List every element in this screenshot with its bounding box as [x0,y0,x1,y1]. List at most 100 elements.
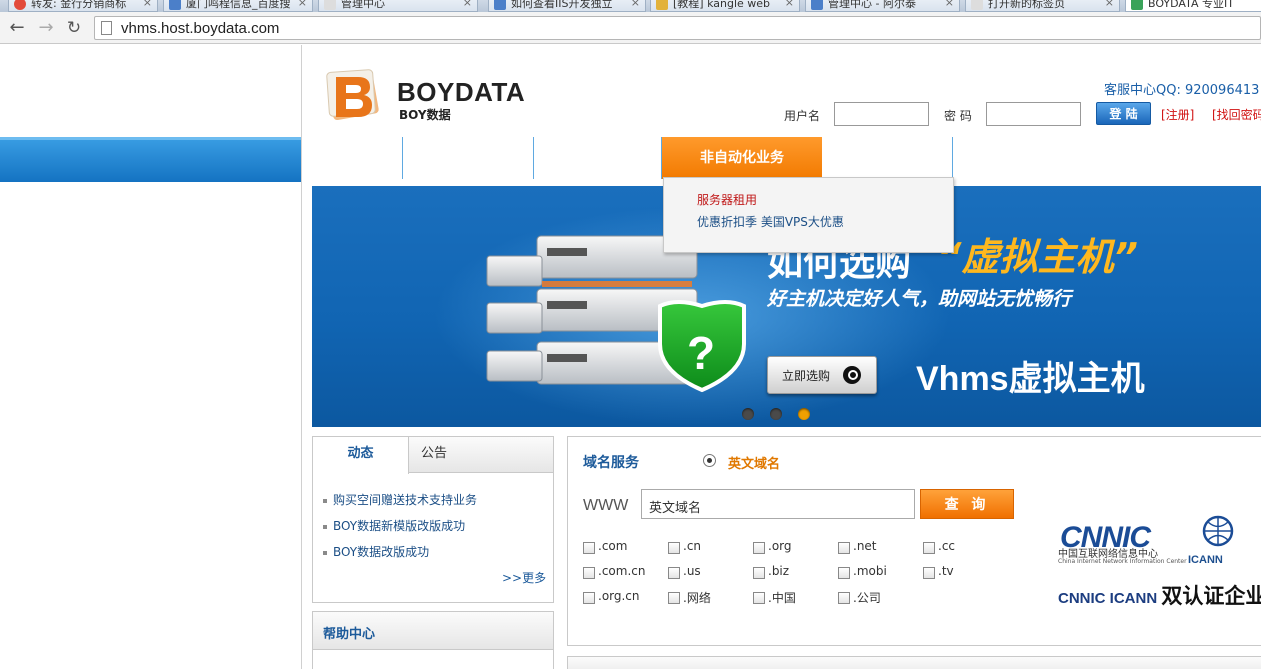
dropdown-item-vps-promo[interactable]: 优惠折扣季 美国VPS大优惠 [697,213,844,230]
suffix-label[interactable]: .net [853,539,877,553]
back-icon[interactable]: ← [6,17,28,39]
tab-title: 厦门鸣程信息_百度搜 [186,0,291,10]
forward-icon[interactable]: → [35,17,57,39]
close-icon[interactable]: × [945,0,954,9]
suffix-label[interactable]: .biz [768,564,789,578]
buy-now-label: 立即选购 [782,369,831,383]
domain-search-button[interactable]: 查 询 [920,489,1014,519]
recover-password-link[interactable]: [找回密码 [1212,106,1261,123]
suffix-label[interactable]: .公司 [853,589,881,606]
suffix-checkbox[interactable] [838,567,850,579]
page-icon [101,21,112,35]
news-item[interactable]: 购买空间赠送技术支持业务 [323,491,477,508]
username-label: 用户名 [784,109,821,123]
close-icon[interactable]: × [298,0,307,9]
url-text: vhms.host.boydata.com [121,20,280,37]
suffix-label[interactable]: .com.cn [598,564,645,578]
browser-tab[interactable]: [教程] kangle web × [650,0,800,12]
suffix-checkbox[interactable] [838,542,850,554]
suffix-checkbox[interactable] [668,567,680,579]
browser-tab[interactable]: 管理中心 × [318,0,478,12]
dropdown-item-server-rental[interactable]: 服务器租用 [697,191,757,208]
tab-favicon-icon [169,0,181,10]
tab-title: 管理中心 - 阿尔泰 [828,0,916,10]
english-domain-radio-label[interactable]: 英文域名 [728,453,780,472]
suffix-label[interactable]: .cc [938,539,955,553]
news-item-text: 购买空间赠送技术支持业务 [333,493,478,507]
news-item[interactable]: BOY数据改版成功 [323,543,429,560]
username-input[interactable] [834,102,929,126]
tab-favicon-icon [494,0,506,10]
password-input[interactable] [986,102,1081,126]
nav-item-hosting[interactable]: 虚拟主机 [534,137,662,179]
news-item-text: BOY数据新模版改版成功 [333,519,466,533]
browser-tab[interactable]: 管理中心 - 阿尔泰 × [805,0,960,12]
browser-tab[interactable]: 如何查看IIS开发独立 × [488,0,646,12]
close-icon[interactable]: × [785,0,794,9]
boydata-logo-icon [326,69,379,121]
login-button[interactable]: 登 陆 [1096,102,1151,125]
banner-subline: 好主机决定好人气，助网站无忧畅行 [767,288,1072,310]
suffix-checkbox[interactable] [923,567,935,579]
suffix-label[interactable]: .tv [938,564,954,578]
suffix-checkbox[interactable] [668,542,680,554]
suffix-label[interactable]: .org.cn [598,589,640,603]
suffix-checkbox[interactable] [583,592,595,604]
domain-search-input[interactable]: 英文域名 [641,489,915,519]
close-icon[interactable]: × [463,0,472,9]
close-icon[interactable]: × [143,0,152,9]
tab-news[interactable]: 动态 [313,437,409,474]
suffix-checkbox[interactable] [668,592,680,604]
nav-item-domain[interactable]: 域名注册 [403,137,534,179]
slide-dot[interactable] [770,408,782,420]
browser-tab-active[interactable]: BOYDATA 专业IT [1125,0,1261,12]
browser-tab[interactable]: 转发: 金行分销商标 × [8,0,158,12]
nav-dropdown-menu: 服务器租用 优惠折扣季 美国VPS大优惠 [663,177,954,253]
tab-title: [教程] kangle web [673,0,771,10]
banner-product-title: Vhms虚拟主机 [916,360,1145,398]
suffix-label[interactable]: .cn [683,539,701,553]
register-link[interactable]: [注册] [1161,106,1194,123]
nav-item-manual-services[interactable]: 非自动化业务 [662,137,822,179]
suffix-label[interactable]: .网络 [683,589,711,606]
suffix-label[interactable]: .org [768,539,792,553]
buy-now-button[interactable]: 立即选购 [767,356,877,394]
brand-name: BOYDATA [397,77,526,107]
browser-tab[interactable]: 打开新的标签页 × [965,0,1120,12]
nav-item-help[interactable]: 帮助中心 [953,137,1081,179]
english-domain-radio[interactable] [703,454,716,467]
address-bar[interactable]: vhms.host.boydata.com [94,16,1261,40]
tab-notices[interactable]: 公告 [409,437,459,473]
help-panel-title[interactable]: 帮助中心 [323,623,375,642]
nav-item-member[interactable]: 会员中心 [822,137,953,179]
suffix-checkbox[interactable] [753,592,765,604]
tab-title: 如何查看IIS开发独立 [511,0,613,10]
slide-dot-active[interactable] [798,408,810,420]
suffix-checkbox[interactable] [753,567,765,579]
suffix-checkbox[interactable] [923,542,935,554]
icann-label: ICANN [1188,554,1223,566]
suffix-checkbox[interactable] [583,542,595,554]
suffix-checkbox[interactable] [838,592,850,604]
suffix-label[interactable]: .中国 [768,589,796,606]
close-icon[interactable]: × [1105,0,1114,9]
more-link[interactable]: >>更多 [502,569,546,586]
slide-dot[interactable] [742,408,754,420]
domain-input-value: 英文域名 [649,501,702,516]
reload-icon[interactable]: ↻ [63,17,85,39]
password-label: 密 码 [944,109,972,123]
tab-title: 打开新的标签页 [988,0,1065,10]
bottom-panel [567,656,1261,669]
close-icon[interactable]: × [631,0,640,9]
tab-favicon-icon [656,0,668,10]
suffix-label[interactable]: .mobi [853,564,887,578]
tab-title: 管理中心 [341,0,385,10]
news-item[interactable]: BOY数据新模版改版成功 [323,517,465,534]
suffix-checkbox[interactable] [583,567,595,579]
domain-panel-title: 域名服务 [583,455,639,471]
suffix-label[interactable]: .us [683,564,701,578]
browser-tab[interactable]: 厦门鸣程信息_百度搜 × [163,0,313,12]
suffix-checkbox[interactable] [753,542,765,554]
suffix-label[interactable]: .com [598,539,627,553]
nav-item-home[interactable]: 首页 [302,137,403,179]
